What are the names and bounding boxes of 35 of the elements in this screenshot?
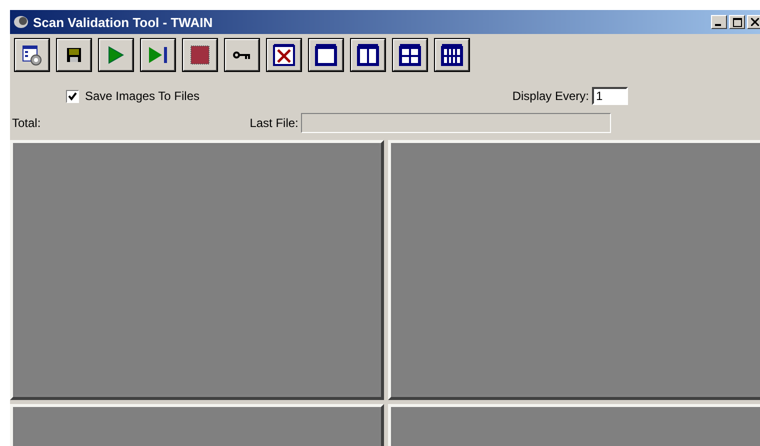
toolbar-button[interactable] xyxy=(182,38,218,72)
toolbar-button[interactable] xyxy=(350,38,386,72)
maximize-button[interactable] xyxy=(729,15,745,29)
display-every-field[interactable]: 1 xyxy=(592,87,628,105)
toolbar-button[interactable] xyxy=(266,38,302,72)
toolbar-button[interactable] xyxy=(392,38,428,72)
toolbar-button[interactable] xyxy=(434,38,470,72)
key-icon xyxy=(233,51,251,59)
toolbar-button[interactable] xyxy=(224,38,260,72)
play-icon xyxy=(108,46,124,64)
minimize-button[interactable] xyxy=(711,15,727,29)
app-icon xyxy=(13,15,29,29)
window-title: Scan Validation Tool - TWAIN xyxy=(33,14,213,30)
close-button[interactable] xyxy=(747,15,760,29)
close-icon xyxy=(751,18,759,26)
toolbar-button[interactable] xyxy=(14,38,50,72)
total-label: Total: xyxy=(12,116,41,130)
no-view-icon xyxy=(273,44,295,66)
settings-icon xyxy=(21,44,43,66)
step-forward-icon xyxy=(148,46,168,64)
toolbar-button[interactable] xyxy=(308,38,344,72)
display-every-label: Display Every: xyxy=(512,89,589,103)
four-pane-icon xyxy=(399,44,421,66)
last-file-label: Last File: xyxy=(250,116,298,130)
checkmark-icon xyxy=(68,92,77,100)
checkbox[interactable] xyxy=(66,90,79,102)
save-images-checkbox[interactable]: Save Images To Files xyxy=(66,89,200,103)
eight-pane-icon xyxy=(441,44,463,66)
maximize-icon xyxy=(732,18,742,26)
toolbar-button[interactable] xyxy=(140,38,176,72)
stop-icon xyxy=(190,45,210,65)
single-pane-icon xyxy=(315,44,337,66)
toolbar-button[interactable] xyxy=(98,38,134,72)
two-pane-icon xyxy=(357,44,379,66)
save-button[interactable] xyxy=(56,38,92,72)
